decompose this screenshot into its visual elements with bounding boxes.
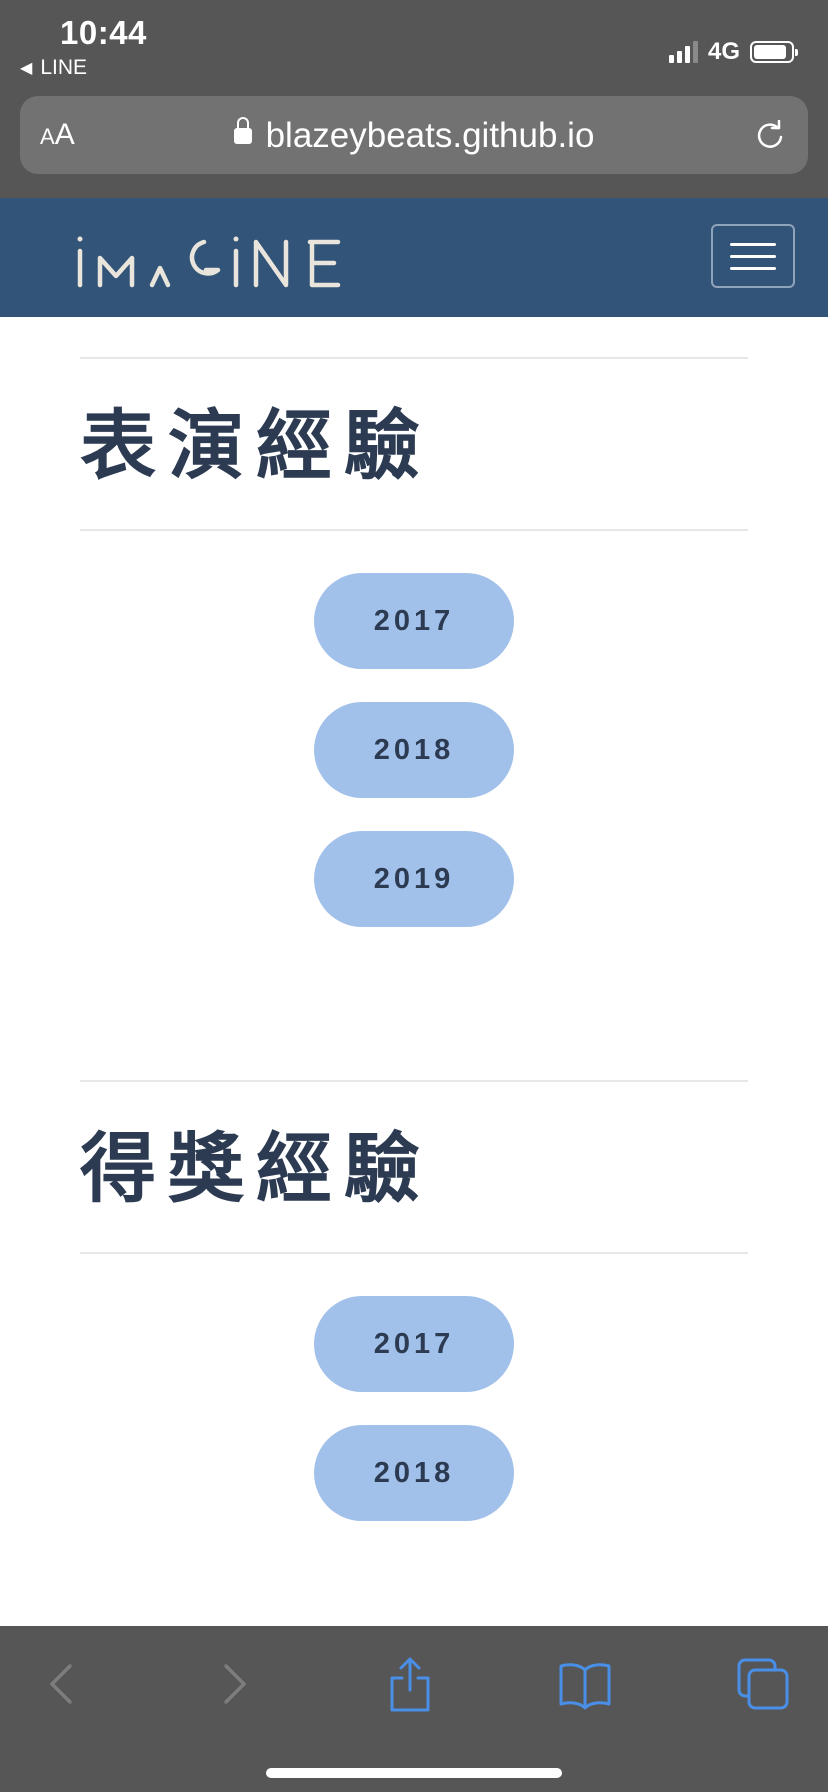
battery-icon xyxy=(750,41,798,63)
browser-toolbar xyxy=(0,1626,828,1792)
performance-year-2017-button[interactable]: 2017 xyxy=(314,573,514,669)
hamburger-icon xyxy=(730,242,776,246)
section-divider xyxy=(80,357,748,359)
signal-strength-icon xyxy=(668,41,698,63)
browser-top-chrome: 10:44 ◀ LINE 4G AA blazeybeats.github.io xyxy=(0,0,828,198)
back-app-label: LINE xyxy=(40,56,87,79)
section-divider xyxy=(80,1080,748,1082)
awards-year-2017-button[interactable]: 2017 xyxy=(314,1296,514,1392)
home-indicator xyxy=(266,1768,562,1778)
tabs-icon[interactable] xyxy=(733,1654,793,1714)
imagine-logo[interactable] xyxy=(76,234,366,290)
reload-icon[interactable] xyxy=(754,120,786,152)
section-divider xyxy=(80,529,748,531)
forward-arrow-icon[interactable] xyxy=(204,1654,264,1714)
network-type: 4G xyxy=(707,38,740,65)
section-divider xyxy=(80,1252,748,1254)
url-field[interactable]: blazeybeats.github.io xyxy=(20,116,808,156)
bookmarks-icon[interactable] xyxy=(555,1654,615,1714)
performance-year-2018-button[interactable]: 2018 xyxy=(314,702,514,798)
section-title-awards: 得獎經驗 xyxy=(80,1124,432,1213)
back-to-app-link[interactable]: ◀ LINE xyxy=(20,56,87,80)
awards-year-2018-button[interactable]: 2018 xyxy=(314,1425,514,1521)
site-navbar xyxy=(0,198,828,317)
back-triangle-icon: ◀ xyxy=(20,60,33,77)
status-indicators: 4G xyxy=(668,38,798,66)
lock-icon xyxy=(233,116,252,144)
hamburger-menu-button[interactable] xyxy=(711,224,795,288)
back-arrow-icon[interactable] xyxy=(32,1654,92,1714)
share-icon[interactable] xyxy=(380,1654,440,1714)
performance-year-2019-button[interactable]: 2019 xyxy=(314,831,514,927)
status-time: 10:44 xyxy=(60,14,147,51)
address-bar[interactable]: AA blazeybeats.github.io xyxy=(20,96,808,174)
url-text: blazeybeats.github.io xyxy=(265,116,595,155)
section-title-performance: 表演經驗 xyxy=(80,401,432,490)
